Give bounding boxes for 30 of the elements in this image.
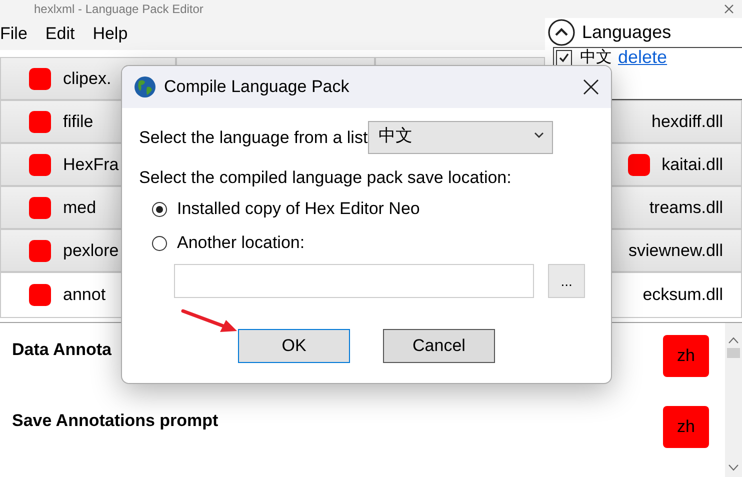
menu-item[interactable]: Help [84, 24, 137, 44]
scroll-thumb[interactable] [727, 348, 740, 358]
panel-title: Languages [582, 22, 672, 43]
language-button[interactable]: zh [663, 406, 709, 448]
chevron-up-icon[interactable] [728, 337, 739, 344]
language-button[interactable]: zh [663, 335, 709, 377]
language-name: 中文 [580, 49, 612, 66]
scrollbar[interactable] [725, 323, 742, 477]
collapse-icon[interactable] [548, 19, 575, 46]
chevron-down-icon[interactable] [728, 464, 739, 471]
option-label[interactable]: Installed copy of Hex Editor Neo [177, 199, 420, 219]
globe-icon [134, 76, 156, 98]
close-icon[interactable] [583, 79, 599, 95]
path-field[interactable] [174, 264, 534, 298]
annotation-name: Save Annotations prompt [12, 410, 218, 431]
menu-item[interactable]: Edit [36, 24, 84, 44]
window-title: hexlxml - Language Pack Editor [34, 2, 204, 16]
radio-button[interactable] [152, 236, 167, 250]
menu-item[interactable]: File [0, 24, 36, 44]
delete-link[interactable]: delete [618, 49, 668, 66]
language-dropdown[interactable]: 中文 [368, 121, 553, 154]
arrow-annotation [180, 308, 240, 334]
browse-button[interactable]: ... [548, 264, 585, 298]
dialog-button[interactable]: Cancel [383, 329, 495, 363]
check-icon [558, 52, 570, 64]
annotation-name: Data Annota [12, 339, 112, 360]
option-label[interactable]: Another location: [177, 233, 305, 253]
radio-button[interactable] [152, 202, 167, 216]
dialog-button[interactable]: OK [238, 329, 350, 363]
chevron-down-icon [534, 132, 544, 138]
